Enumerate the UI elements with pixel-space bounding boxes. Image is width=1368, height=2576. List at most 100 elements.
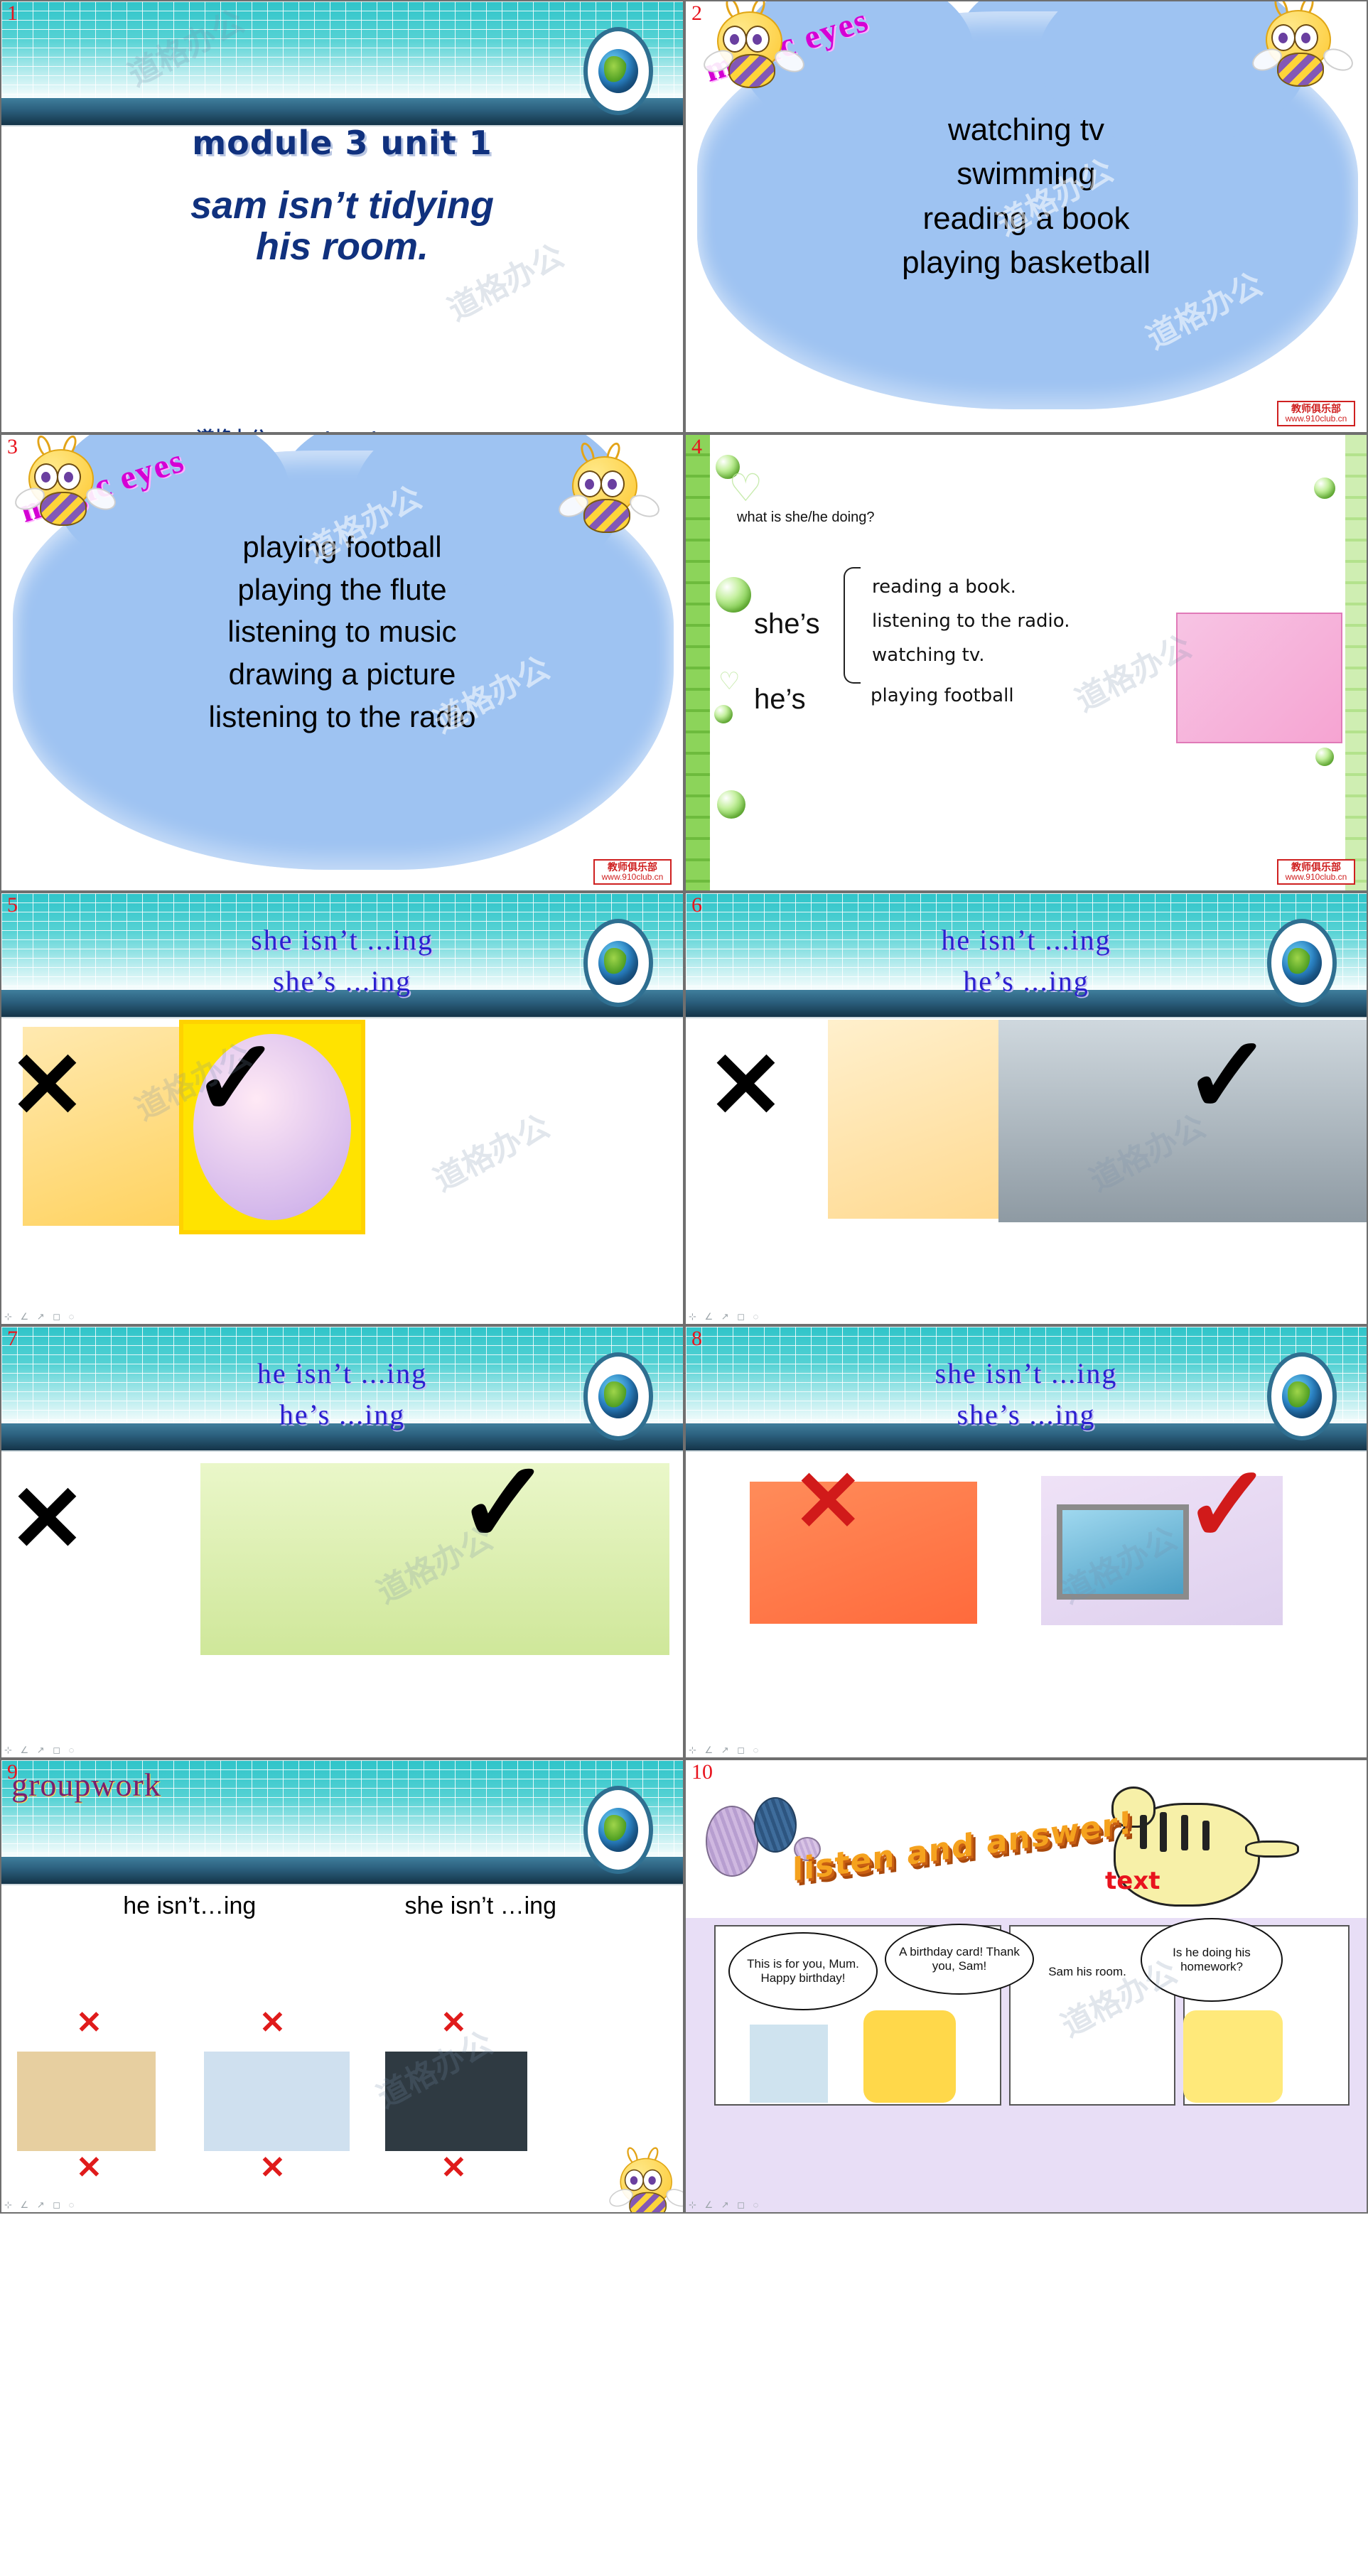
cross-mark: ✕ <box>707 1033 785 1137</box>
slide-number: 7 <box>7 1327 18 1350</box>
picture-cell[interactable] <box>385 2052 527 2151</box>
exercise-body: ✕ ✓ <box>686 1020 1367 1324</box>
red-cross-mark: ✕ <box>259 2150 286 2185</box>
she-option: watching tv. <box>872 645 985 667</box>
slide-deck: 1 module 3 unit 1 sam isn’t tidying his … <box>0 0 1368 2576</box>
globe-icon <box>583 27 653 115</box>
slide-toolbar[interactable]: ⊹ ∠ ↗ ◻ ◌ <box>4 2199 77 2211</box>
slide-7[interactable]: 7 he isn’t ...ing he’s ...ing ✕ ✓ 道格办公 ⊹… <box>0 1325 684 1759</box>
club-url: www.910club.cn <box>601 872 664 883</box>
picture-cell[interactable] <box>204 2052 350 2151</box>
heart-icon: ♡ <box>728 467 763 510</box>
cross-mark: ✕ <box>9 1033 86 1137</box>
vocab-item: swimming <box>957 156 1096 192</box>
slide-toolbar[interactable]: ⊹ ∠ ↗ ◻ ◌ <box>4 1311 77 1322</box>
slide-toolbar[interactable]: ⊹ ∠ ↗ ◻ ◌ <box>689 2199 761 2211</box>
vocab-list: playing football playing the flute liste… <box>1 526 683 738</box>
boy-character <box>750 2025 828 2103</box>
column-label-he: he isn’t…ing <box>123 1892 257 1919</box>
slide-number: 5 <box>7 893 18 917</box>
comic-panel-area: This is for you, Mum. Happy birthday! A … <box>686 1918 1367 2212</box>
vocab-item: playing the flute <box>237 572 447 606</box>
picture-cell[interactable] <box>396 1931 517 2009</box>
right-green-bar <box>1345 435 1367 890</box>
subject-he: he’s <box>754 684 806 715</box>
speech-bubble: A birthday card! Thank you, Sam! <box>885 1924 1034 1995</box>
check-mark: ✓ <box>456 1439 552 1566</box>
red-cross-mark: ✕ <box>76 2150 102 2185</box>
slide-number: 3 <box>7 435 18 458</box>
globe-icon <box>583 1786 653 1874</box>
vocab-item: listening to music <box>227 615 457 649</box>
check-mark: ✓ <box>192 1018 281 1138</box>
slide-5[interactable]: 5 she isn’t ...ing she’s ...ing ✕ ✓ 道格办公… <box>0 892 684 1325</box>
slide-6[interactable]: 6 he isn’t ...ing he’s ...ing ✕ ✓ 道格办公 ⊹… <box>684 892 1368 1325</box>
left-green-bar <box>686 435 710 890</box>
watermark-url: 道格办公-www.daogebangong.com <box>1 424 683 432</box>
check-mark: ✓ <box>1183 1445 1273 1564</box>
vocab-item: listening to the radio <box>208 699 476 733</box>
bee-icon <box>1249 1 1357 91</box>
club-url: www.910club.cn <box>1285 414 1347 424</box>
pattern-line-1: he isn’t ...ing <box>257 1357 428 1389</box>
red-cross-mark: ✕ <box>441 2005 467 2040</box>
girl-reading-illustration <box>1176 613 1342 743</box>
vocab-item: drawing a picture <box>228 657 456 691</box>
vocab-item: reading a book <box>922 200 1130 236</box>
speech-bubble: Sam his room. <box>1041 1939 1133 2005</box>
cross-mark: ✕ <box>9 1467 86 1570</box>
subtitle-line-2: his room. <box>255 225 429 269</box>
bee-icon <box>11 435 119 530</box>
picture-cell[interactable] <box>215 1931 335 2009</box>
club-watermark-box: 教师俱乐部 www.910club.cn <box>1277 859 1355 885</box>
pattern-line-2: he’s ...ing <box>963 965 1089 997</box>
slide-4[interactable]: ♡ ♡ 4 what is she/he doing? she’s he’s r… <box>684 433 1368 892</box>
slide-3[interactable]: 3 magic eyes playing football playing th… <box>0 433 684 892</box>
slide-number: 9 <box>7 1760 18 1784</box>
club-cn: 教师俱乐部 <box>1291 861 1341 873</box>
club-watermark-box: 教师俱乐部 www.910club.cn <box>1277 401 1355 426</box>
vocab-item: watching tv <box>947 112 1105 147</box>
yarn-ball-icon <box>706 1806 758 1877</box>
slide-2[interactable]: 2 magic eyes watching tv swimming readin… <box>684 0 1368 433</box>
red-cross-mark: ✕ <box>441 2150 467 2185</box>
cross-mark: ✕ <box>792 1454 864 1549</box>
pattern-line-2: he’s ...ing <box>279 1399 406 1430</box>
column-label-she: she isn’t …ing <box>404 1892 556 1919</box>
bee-icon <box>555 441 663 537</box>
picture-cell[interactable] <box>17 2052 156 2151</box>
slide-8[interactable]: 8 she isn’t ...ing she’s ...ing ✕ ✓ 道格办公… <box>684 1325 1368 1759</box>
pattern-line-2: she’s ...ing <box>957 1399 1096 1430</box>
pattern-line-1: she isn’t ...ing <box>935 1357 1118 1389</box>
header-band <box>1 1 683 126</box>
bubble-decor <box>1315 748 1334 766</box>
bubble-decor <box>716 577 751 613</box>
slide-number: 10 <box>691 1760 713 1784</box>
groupwork-heading: groupwork <box>11 1767 161 1803</box>
bubble-decor <box>717 790 745 819</box>
exercise-body: ✕ ✓ <box>686 1445 1367 1757</box>
mum-character <box>863 2010 956 2103</box>
pattern-line-1: he isn’t ...ing <box>941 924 1111 956</box>
slide-10[interactable]: 10 listen and answer! text This is for y… <box>684 1759 1368 2214</box>
check-mark: ✓ <box>1183 1015 1273 1135</box>
slide-toolbar[interactable]: ⊹ ∠ ↗ ◻ ◌ <box>689 1745 761 1756</box>
pattern-line-2: she’s ...ing <box>272 965 412 997</box>
slide-1[interactable]: 1 module 3 unit 1 sam isn’t tidying his … <box>0 0 684 433</box>
boy-sleeping-illustration <box>200 1463 669 1655</box>
bee-icon <box>606 2145 683 2212</box>
slide-9[interactable]: 9 groupwork he isn’t…ing she isn’t …ing … <box>0 1759 684 2214</box>
picture-cell[interactable] <box>30 1931 151 2009</box>
subject-she: she’s <box>754 608 820 640</box>
slide-toolbar[interactable]: ⊹ ∠ ↗ ◻ ◌ <box>689 1311 761 1322</box>
club-watermark-box: 教师俱乐部 www.910club.cn <box>593 859 672 885</box>
slide-number: 8 <box>691 1327 702 1350</box>
column-labels: he isn’t…ing she isn’t …ing <box>1 1892 683 1920</box>
she-option: reading a book. <box>872 576 1016 598</box>
slide-number: 6 <box>691 893 702 917</box>
bubble-decor <box>1314 478 1335 499</box>
speech-bubble: Is he doing his homework? <box>1141 1918 1283 2002</box>
header-dark-bar <box>1 1857 683 1885</box>
slide-toolbar[interactable]: ⊹ ∠ ↗ ◻ ◌ <box>4 1745 77 1756</box>
exercise-body: ✕ ✓ <box>1 1020 683 1324</box>
